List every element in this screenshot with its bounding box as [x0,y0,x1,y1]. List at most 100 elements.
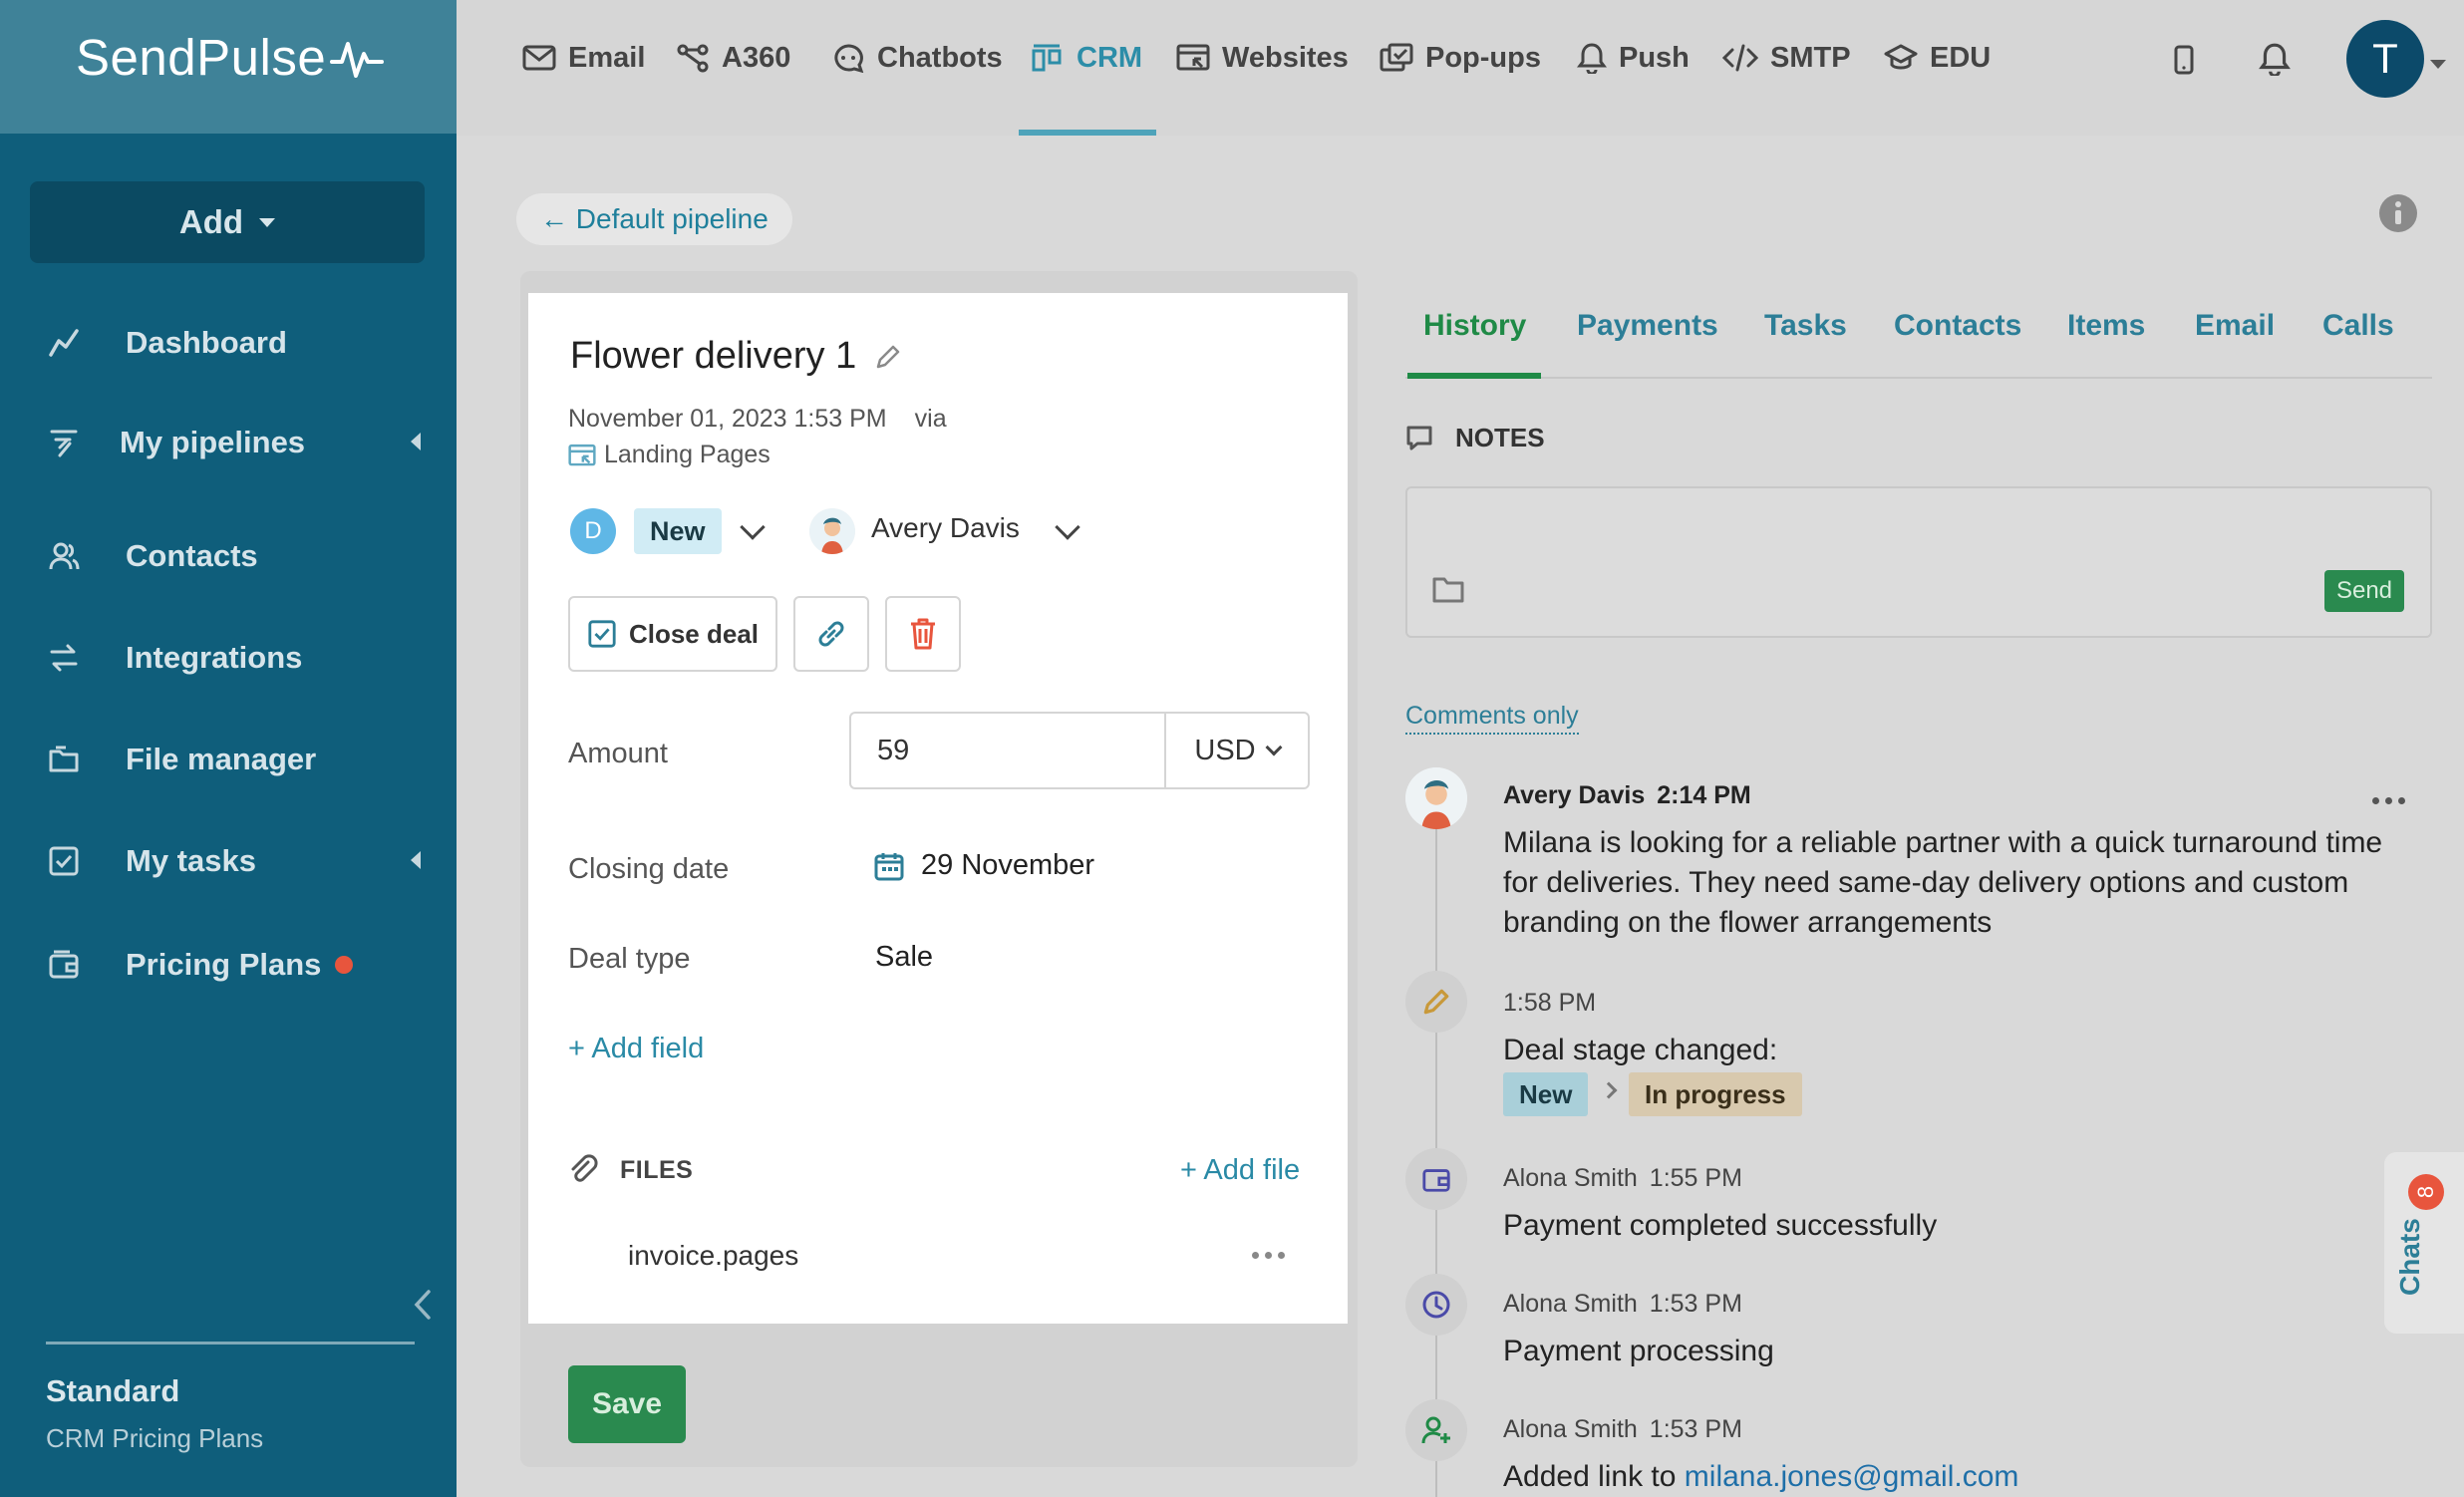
sidebar-item-label: My tasks [126,843,256,878]
brand-name: SendPulse [76,29,327,86]
topnav-edu[interactable]: EDU [1884,34,1991,82]
expand-arrow-icon[interactable] [411,851,421,869]
sidebar-item-my-tasks[interactable]: My tasks [44,831,443,891]
topnav-label: Push [1619,41,1690,74]
mobile-icon[interactable] [2173,44,2195,76]
attach-folder-icon[interactable] [1431,574,1465,604]
deal-via-text: via [914,405,947,433]
link-icon [818,621,844,647]
closing-date-text: 29 November [921,849,1095,881]
tab-email[interactable]: Email [2195,309,2275,343]
topnav-a360[interactable]: A360 [676,34,790,82]
deal-type-value[interactable]: Sale [875,941,933,974]
deal-stage-badge[interactable]: New [634,508,722,554]
sidebar-item-contacts[interactable]: Contacts [44,526,443,586]
calendar-icon [874,852,904,880]
tab-contacts[interactable]: Contacts [1894,309,2021,343]
back-to-pipeline-link[interactable]: ← Default pipeline [516,193,792,245]
tab-calls[interactable]: Calls [2322,309,2394,343]
notes-input[interactable] [1405,486,2432,638]
breadcrumb-label: ← Default pipeline [540,203,769,234]
notes-heading: NOTES [1405,423,1545,453]
website-icon [1176,44,1210,71]
tab-history[interactable]: History [1423,309,1526,343]
owner-avatar [809,508,855,554]
send-button[interactable]: Send [2324,570,2404,612]
tab-items[interactable]: Items [2067,309,2145,343]
contact-email-link[interactable]: milana.jones@gmail.com [1685,1460,2019,1493]
notifications-bell-icon[interactable] [2259,42,2291,76]
sidebar-item-label: File manager [126,742,317,776]
caret-down-icon [259,217,276,227]
bell-icon [1577,43,1607,74]
topnav-label: Email [568,41,646,74]
history-time: 1:53 PM [1649,1290,1742,1318]
topnav-push[interactable]: Push [1577,34,1690,82]
sidebar-item-dashboard[interactable]: Dashboard [44,313,443,373]
tabs-divider [1405,377,2432,379]
add-field-link[interactable]: + Add field [568,1033,704,1065]
sidebar-item-file-manager[interactable]: File manager [44,730,443,789]
deal-title[interactable]: Flower delivery 1 [570,335,902,378]
folder-icon [44,740,84,779]
plan-name[interactable]: Standard [46,1373,179,1409]
amount-input[interactable]: 59 [849,712,1166,789]
author-avatar [1405,767,1467,829]
avatar-caret-icon[interactable] [2430,60,2446,69]
topnav-chatbots[interactable]: Chatbots [831,34,1003,82]
info-icon[interactable] [2378,193,2418,233]
landing-page-icon [568,444,596,465]
add-file-link[interactable]: + Add file [1180,1154,1300,1187]
history-author: Alona Smith [1503,1164,1638,1192]
owner-name[interactable]: Avery Davis [871,512,1020,544]
plan-subtitle[interactable]: CRM Pricing Plans [46,1423,263,1454]
close-deal-label: Close deal [628,618,760,649]
close-deal-button[interactable]: Close deal [568,596,777,672]
deal-source: Landing Pages [568,441,770,469]
add-button[interactable]: Add [30,181,425,263]
sidebar-item-label: Dashboard [126,325,287,360]
tab-tasks[interactable]: Tasks [1764,309,1847,343]
users-icon [44,536,84,576]
topnav-email[interactable]: Email [522,34,645,82]
closing-date-label: Closing date [568,853,730,885]
avatar-letter: T [2372,35,2398,82]
topnav-crm[interactable]: CRM [1031,34,1142,82]
automation-icon [677,44,709,73]
files-label: FILES [620,1155,694,1184]
sidebar-item-my-pipelines[interactable]: My pipelines [44,413,443,472]
deal-type-label: Deal type [568,943,691,975]
currency-select[interactable]: USD [1164,712,1310,789]
tab-payments[interactable]: Payments [1577,309,1718,343]
expand-arrow-icon[interactable] [411,433,421,450]
sidebar-item-integrations[interactable]: Integrations [44,628,443,688]
delete-deal-button[interactable] [885,596,961,672]
history-more-icon[interactable] [2372,797,2405,804]
topnav-label: Chatbots [877,41,1003,74]
user-avatar[interactable]: T [2346,20,2424,98]
closing-date-value[interactable]: 29 November [873,849,1094,882]
sidebar-item-pricing-plans[interactable]: Pricing Plans [44,935,443,995]
deal-source-text: Landing Pages [604,441,770,468]
history-meta: Alona Smith 1:53 PM [1503,1415,1742,1444]
save-button[interactable]: Save [568,1365,686,1443]
chevron-right-icon [1600,1081,1618,1099]
stage-to-badge: In progress [1629,1072,1802,1116]
brand-logo[interactable]: SendPulse [76,28,385,87]
topnav-label: CRM [1077,41,1143,74]
history-meta: 1:58 PM [1503,989,1596,1018]
chevron-down-icon [1265,739,1283,756]
topnav-popups[interactable]: Pop-ups [1380,34,1541,82]
crm-icon [1032,44,1062,72]
clock-icon [1405,1274,1467,1336]
collapse-sidebar-icon[interactable] [411,1288,437,1322]
topnav-websites[interactable]: Websites [1176,34,1349,82]
pencil-icon[interactable] [874,343,902,371]
history-text: Payment processing [1503,1335,1774,1367]
copy-link-button[interactable] [793,596,869,672]
file-name[interactable]: invoice.pages [628,1240,798,1272]
topnav-smtp[interactable]: SMTP [1722,34,1851,82]
pulse-icon [330,41,385,78]
file-more-icon[interactable] [1252,1252,1285,1259]
comments-only-filter[interactable]: Comments only [1405,702,1579,735]
